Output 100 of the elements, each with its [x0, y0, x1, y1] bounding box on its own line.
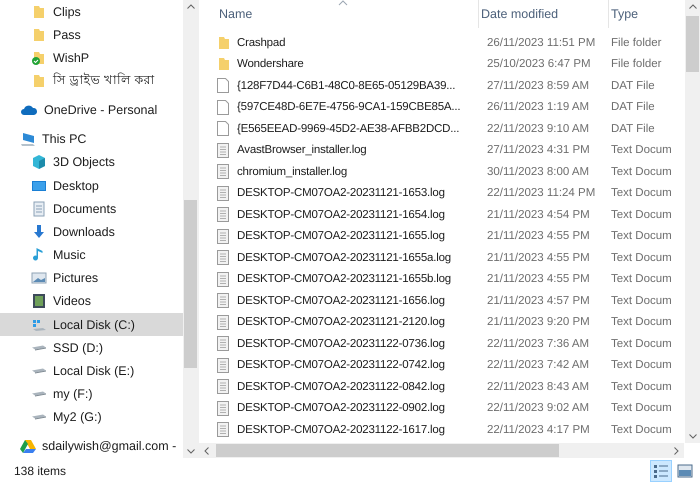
file-type: File folder [611, 36, 662, 49]
text-file-icon [217, 250, 229, 266]
film-icon [31, 293, 47, 310]
sidebar-item[interactable]: Documents [0, 197, 183, 220]
file-name[interactable]: DESKTOP-CM07OA2-20231121-1654.log [237, 208, 445, 221]
file-name[interactable]: DESKTOP-CM07OA2-20231121-1655a.log [237, 252, 451, 264]
file-name[interactable]: AvastBrowser_installer.log [237, 144, 366, 156]
sidebar-item[interactable]: Pictures [0, 266, 183, 290]
date-modified: 21/11/2023 4:54 PM [487, 208, 590, 221]
file-type: File folder [611, 58, 662, 70]
scroll-up-icon[interactable] [688, 4, 696, 9]
sidebar-scrollbar[interactable] [183, 0, 198, 458]
sidebar-item[interactable]: sdailywish@gmail.com - [0, 434, 183, 458]
sidebar-item[interactable]: সি ড্রাইভ খালি করা [0, 70, 183, 93]
file-type: Text Docum [611, 208, 672, 221]
blank-file-icon [217, 100, 229, 115]
sidebar-item[interactable]: Music [0, 243, 183, 267]
scroll-down-icon[interactable] [186, 449, 194, 454]
text-file-icon [217, 293, 229, 308]
date-modified: 30/11/2023 8:00 AM [487, 166, 590, 178]
file-name[interactable]: DESKTOP-CM07OA2-20231122-0736.log [237, 338, 445, 350]
sidebar-item[interactable]: SSD (D:) [0, 336, 183, 360]
download-arrow-icon [31, 224, 47, 240]
file-type: Text Docum [611, 380, 672, 393]
date-modified: 22/11/2023 7:42 AM [487, 359, 590, 372]
date-modified: 26/11/2023 1:19 AM [487, 101, 590, 114]
file-type: Text Docum [611, 402, 672, 414]
folder-icon [217, 57, 231, 72]
sidebar-item[interactable]: Desktop [0, 174, 183, 198]
file-name[interactable]: DESKTOP-CM07OA2-20231122-0902.log [237, 402, 445, 414]
text-file-icon [217, 400, 229, 416]
sidebar-item[interactable]: Videos [0, 290, 183, 314]
text-file-icon [217, 142, 229, 158]
sidebar-item[interactable]: OneDrive - Personal [0, 98, 183, 122]
file-name[interactable]: {128F7D44-C6B1-48C0-8E65-05129BA39... [237, 80, 456, 92]
file-type: DAT File [611, 122, 655, 135]
scroll-thumb[interactable] [216, 444, 559, 457]
scroll-left-icon[interactable] [204, 446, 209, 454]
computer-icon [20, 131, 36, 148]
file-name[interactable]: DESKTOP-CM07OA2-20231121-1656.log [237, 294, 445, 307]
file-name[interactable]: DESKTOP-CM07OA2-20231122-1617.log [237, 424, 445, 436]
file-type: DAT File [611, 80, 655, 92]
file-name[interactable]: DESKTOP-CM07OA2-20231121-1655b.log [237, 273, 451, 286]
file-type: Text Docum [611, 144, 672, 156]
text-file-icon [217, 186, 229, 201]
scroll-thumb[interactable] [686, 16, 699, 72]
date-modified: 25/10/2023 6:47 PM [487, 58, 591, 70]
file-name[interactable]: Wondershare [237, 58, 304, 70]
file-name[interactable]: DESKTOP-CM07OA2-20231121-2120.log [237, 316, 445, 328]
vertical-scrollbar[interactable] [685, 0, 700, 443]
date-modified: 21/11/2023 4:55 PM [487, 273, 590, 286]
column-header[interactable]: Date modified [479, 0, 609, 28]
drive-icon [31, 368, 47, 374]
file-name[interactable]: Crashpad [237, 36, 286, 49]
sidebar-item[interactable]: 3D Objects [0, 150, 183, 174]
horizontal-scrollbar[interactable] [199, 443, 684, 458]
file-name[interactable]: DESKTOP-CM07OA2-20231121-1653.log [237, 187, 445, 200]
date-modified: 21/11/2023 4:57 PM [487, 294, 590, 307]
document-icon [31, 200, 47, 217]
sidebar-item[interactable]: Clips [0, 0, 183, 24]
sidebar-item[interactable]: This PC [0, 128, 183, 151]
scroll-thumb[interactable] [184, 200, 197, 368]
sidebar-item[interactable]: WishP [0, 46, 183, 70]
view-button[interactable] [650, 460, 672, 482]
date-modified: 27/11/2023 4:31 PM [487, 144, 590, 156]
file-name[interactable]: DESKTOP-CM07OA2-20231122-0742.log [237, 359, 445, 372]
sidebar-item[interactable]: Local Disk (E:) [0, 359, 183, 383]
file-name[interactable]: DESKTOP-CM07OA2-20231121-1655.log [237, 230, 445, 242]
file-name[interactable]: {E565EEAD-9969-45D2-AE38-AFBB2DCD... [237, 122, 460, 135]
sidebar-item[interactable]: my (F:) [0, 382, 183, 406]
sidebar-item[interactable]: Local Disk (C:) [0, 313, 183, 336]
file-type: DAT File [611, 101, 655, 114]
sort-caret-icon [338, 0, 348, 6]
column-header[interactable]: Type [609, 0, 683, 28]
date-modified: 22/11/2023 8:43 AM [487, 380, 590, 393]
text-file-icon [217, 228, 229, 244]
file-type: Text Docum [611, 166, 672, 178]
sidebar-item[interactable]: Pass [0, 23, 183, 46]
file-type: Text Docum [611, 187, 672, 200]
file-name[interactable]: DESKTOP-CM07OA2-20231122-0842.log [237, 380, 445, 393]
sidebar-item[interactable]: Downloads [0, 220, 183, 244]
triangle-logo-icon [20, 438, 36, 454]
text-file-icon [217, 358, 229, 373]
date-modified: 22/11/2023 9:10 AM [487, 122, 590, 135]
scroll-down-icon[interactable] [688, 434, 696, 439]
scroll-up-icon[interactable] [186, 4, 194, 9]
sidebar-item[interactable]: My2 (G:) [0, 406, 183, 429]
drive-icon [31, 344, 47, 351]
text-file-icon [217, 336, 229, 352]
date-modified: 21/11/2023 4:55 PM [487, 252, 590, 264]
scroll-right-icon[interactable] [674, 446, 679, 454]
date-modified: 22/11/2023 11:24 PM [487, 187, 596, 200]
text-file-icon [217, 314, 229, 330]
file-name[interactable]: {597CE48D-6E7E-4756-9CA1-159CBE85A... [237, 101, 460, 114]
file-name[interactable]: chromium_installer.log [237, 166, 348, 178]
column-header[interactable]: Name [217, 0, 479, 28]
file-type: Text Docum [611, 294, 672, 307]
date-modified: 22/11/2023 4:17 PM [487, 424, 590, 436]
text-file-icon [217, 272, 229, 287]
details-view-icon [653, 462, 669, 478]
